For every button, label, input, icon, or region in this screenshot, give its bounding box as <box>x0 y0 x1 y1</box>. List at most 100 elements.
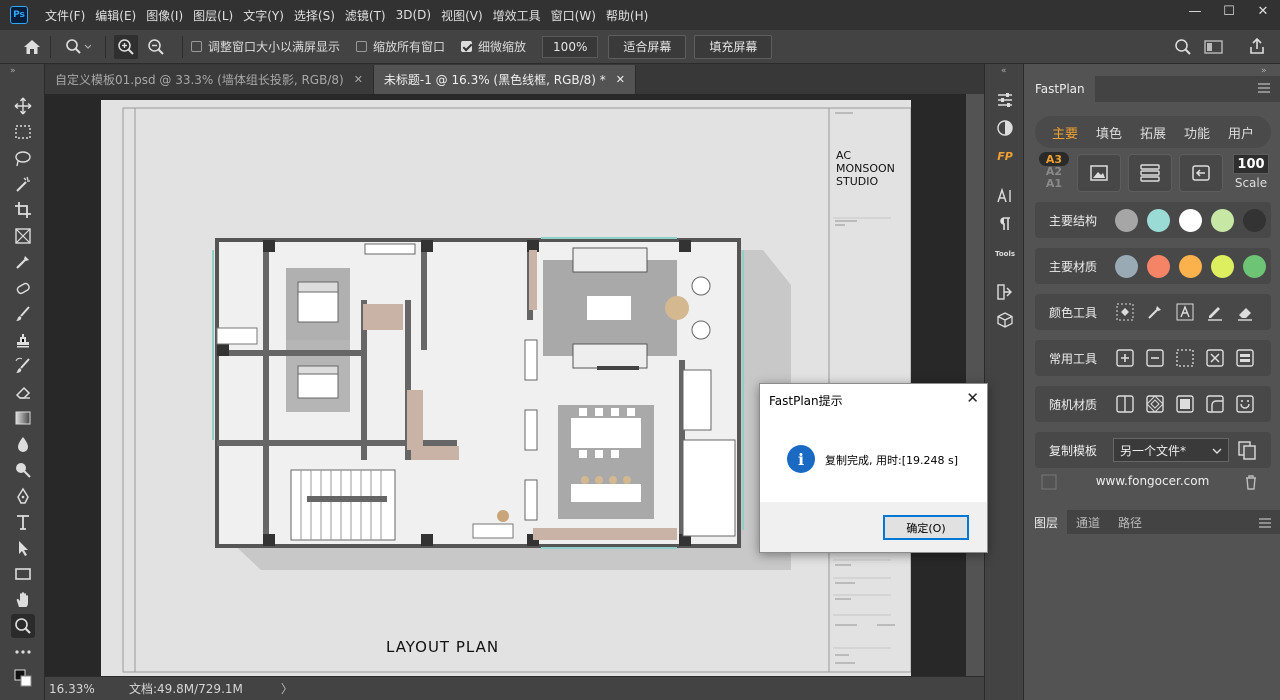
menu-window[interactable]: 窗口(W) <box>546 7 601 24</box>
add-icon[interactable] <box>1115 348 1135 368</box>
eraser-tool-icon[interactable] <box>11 380 35 404</box>
zoom-percent-field[interactable]: 100% <box>542 35 599 58</box>
marquee-tool-icon[interactable] <box>11 120 35 144</box>
nav-main[interactable]: 主要 <box>1052 123 1078 142</box>
structure-color-white[interactable] <box>1179 208 1202 232</box>
pencil-icon[interactable] <box>1205 302 1225 322</box>
rectangle-tool-icon[interactable] <box>11 562 35 586</box>
type-tool-icon[interactable] <box>11 510 35 534</box>
size-a3[interactable]: A3 <box>1039 152 1069 166</box>
zoom-level[interactable]: 16.33% <box>49 682 109 696</box>
move-tool-icon[interactable] <box>11 94 35 118</box>
menu-select[interactable]: 选择(S) <box>289 7 340 24</box>
corner-icon[interactable] <box>1205 394 1225 414</box>
tab-paths[interactable]: 路径 <box>1109 514 1151 531</box>
subtract-icon[interactable] <box>1145 348 1165 368</box>
template-select[interactable]: 另一个文件* <box>1113 438 1229 462</box>
history-brush-tool-icon[interactable] <box>11 354 35 378</box>
more-tools-icon[interactable] <box>11 640 35 664</box>
material-color-orange[interactable] <box>1179 254 1202 278</box>
scale-input[interactable]: 100 <box>1233 154 1269 174</box>
close-tab-icon[interactable]: ✕ <box>354 73 363 86</box>
home-icon[interactable] <box>22 37 42 57</box>
eraser-icon[interactable] <box>1235 302 1255 322</box>
panel-menu-icon[interactable] <box>1250 517 1280 531</box>
menu-filter[interactable]: 滤镜(T) <box>340 7 391 24</box>
split-panel-icon[interactable] <box>1115 394 1135 414</box>
maximize-button[interactable]: ☐ <box>1212 0 1246 22</box>
blur-tool-icon[interactable] <box>11 432 35 456</box>
material-color-green[interactable] <box>1243 254 1266 278</box>
paragraph-icon[interactable] <box>993 212 1017 236</box>
fastplan-icon[interactable]: FP <box>993 144 1017 168</box>
menu-3d[interactable]: 3D(D) <box>391 8 436 22</box>
nav-extend[interactable]: 拓展 <box>1140 123 1166 142</box>
character-icon[interactable] <box>993 184 1017 208</box>
menu-layer[interactable]: 图层(L) <box>188 7 238 24</box>
search-icon[interactable] <box>1174 38 1192 59</box>
structure-color-lightgreen[interactable] <box>1211 208 1234 232</box>
panel-menu-icon[interactable] <box>1258 82 1270 96</box>
chevron-right-icon[interactable]: 〉 <box>281 680 293 697</box>
nav-fill[interactable]: 填色 <box>1096 123 1122 142</box>
close-window-button[interactable]: ✕ <box>1246 0 1280 22</box>
dialog-close-button[interactable]: ✕ <box>966 389 979 407</box>
lasso-tool-icon[interactable] <box>11 146 35 170</box>
size-a1[interactable]: A1 <box>1039 178 1069 190</box>
fit-screen-button[interactable]: 适合屏幕 <box>608 34 687 59</box>
clone-stamp-tool-icon[interactable] <box>11 328 35 352</box>
eyedropper-tool-icon[interactable] <box>11 250 35 274</box>
image-button[interactable] <box>1077 154 1121 192</box>
nav-user[interactable]: 用户 <box>1228 123 1254 142</box>
frame-fill-icon[interactable] <box>1175 394 1195 414</box>
close-tab-icon[interactable]: ✕ <box>616 73 625 86</box>
collapse-arrows-icon[interactable]: « <box>1001 66 1007 76</box>
libraries-icon[interactable] <box>993 280 1017 304</box>
menu-file[interactable]: 文件(F) <box>40 7 90 24</box>
3d-cube-icon[interactable] <box>993 308 1017 332</box>
material-color-coral[interactable] <box>1147 254 1170 278</box>
structure-color-black[interactable] <box>1243 208 1266 232</box>
structure-color-teal[interactable] <box>1147 208 1170 232</box>
scrubby-zoom-checkbox[interactable]: 细微缩放 <box>461 38 526 55</box>
collapse-arrows-icon[interactable]: » <box>10 66 16 76</box>
merge-icon[interactable] <box>1235 348 1255 368</box>
material-color-bluegray[interactable] <box>1115 254 1138 278</box>
selection-icon[interactable] <box>1175 348 1195 368</box>
healing-brush-tool-icon[interactable] <box>11 276 35 300</box>
pen-tool-icon[interactable] <box>11 484 35 508</box>
menu-edit[interactable]: 编辑(E) <box>90 7 141 24</box>
collapse-arrows-icon[interactable]: » <box>1261 66 1267 76</box>
tab-template-psd[interactable]: 自定义模板01.psd @ 33.3% (墙体组长投影, RGB/8) ✕ <box>45 65 374 94</box>
photoshop-logo[interactable]: Ps <box>10 6 28 24</box>
import-button[interactable] <box>1179 154 1223 192</box>
nav-function[interactable]: 功能 <box>1184 123 1210 142</box>
menu-view[interactable]: 视图(V) <box>436 7 488 24</box>
structure-color-gray[interactable] <box>1115 208 1138 232</box>
color-swatches-icon[interactable] <box>11 666 35 690</box>
pattern-icon[interactable] <box>1145 394 1165 414</box>
trash-icon[interactable] <box>1243 474 1259 493</box>
eyedropper-icon[interactable] <box>1145 302 1165 322</box>
checkbox-box[interactable] <box>191 41 202 52</box>
material-color-lime[interactable] <box>1211 254 1234 278</box>
menu-image[interactable]: 图像(I) <box>141 7 188 24</box>
zoom-tool-preset-icon[interactable] <box>65 38 91 56</box>
zoom-tool-icon[interactable] <box>11 614 35 638</box>
tools-panel-icon[interactable]: Tools <box>993 242 1017 266</box>
frame-tool-icon[interactable] <box>11 224 35 248</box>
text-color-icon[interactable] <box>1175 302 1195 322</box>
tab-layers[interactable]: 图层 <box>1025 510 1068 534</box>
workspace-icon[interactable] <box>1204 39 1224 58</box>
website-link[interactable]: www.fongocer.com <box>1025 474 1280 488</box>
hand-tool-icon[interactable] <box>11 588 35 612</box>
tab-channels[interactable]: 通道 <box>1067 514 1109 531</box>
adjustments-icon[interactable] <box>993 88 1017 112</box>
path-selection-tool-icon[interactable] <box>11 536 35 560</box>
color-wheel-icon[interactable] <box>993 116 1017 140</box>
share-icon[interactable] <box>1248 37 1266 58</box>
smiley-icon[interactable] <box>1235 394 1255 414</box>
menu-help[interactable]: 帮助(H) <box>601 7 653 24</box>
dodge-tool-icon[interactable] <box>11 458 35 482</box>
zoom-out-icon[interactable] <box>144 35 168 59</box>
